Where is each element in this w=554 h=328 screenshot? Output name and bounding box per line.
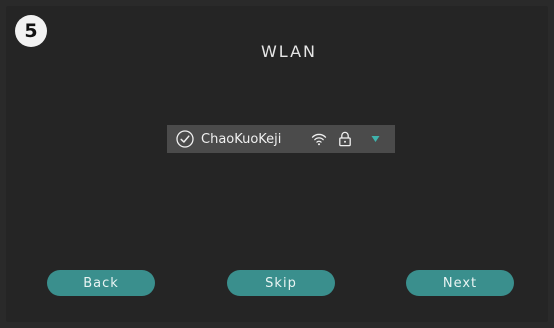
caret-down-icon[interactable] — [371, 135, 380, 143]
wlan-setup-screen: 5 WLAN ChaoKuoKeji Back Skip Next — [6, 6, 548, 322]
wifi-icon — [311, 132, 327, 146]
page-title: WLAN — [260, 42, 317, 61]
next-button[interactable]: Next — [406, 270, 514, 296]
network-selector[interactable]: ChaoKuoKeji — [167, 125, 395, 153]
back-button[interactable]: Back — [47, 270, 155, 296]
network-name: ChaoKuoKeji — [201, 131, 282, 147]
lock-icon — [338, 131, 352, 147]
check-circle-icon — [176, 130, 194, 148]
skip-button[interactable]: Skip — [227, 270, 335, 296]
